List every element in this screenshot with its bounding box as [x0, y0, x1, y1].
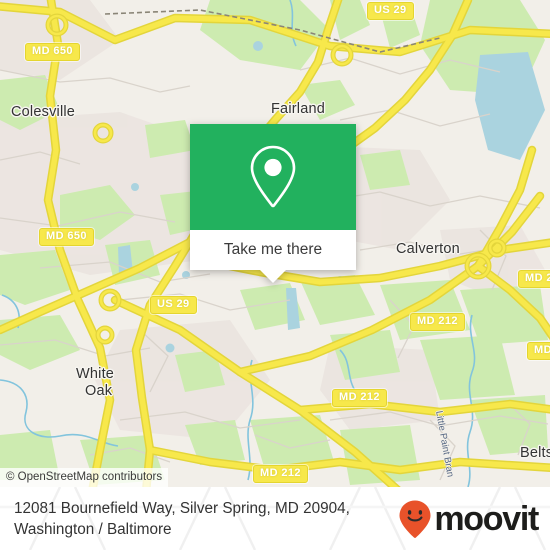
highway-shield-md212-lower: MD 212: [332, 389, 387, 407]
moovit-smiley-pin-icon: [399, 500, 431, 538]
osm-attribution[interactable]: © OpenStreetMap contributors: [0, 468, 169, 487]
address-text: 12081 Bournefield Way, Silver Spring, MD…: [14, 498, 350, 540]
highway-shield-md212-bottom: MD 212: [253, 465, 308, 483]
highway-shield-us29-mid: US 29: [150, 296, 197, 314]
highway-shield-md212-center: MD 212: [410, 313, 465, 331]
footer-bar: 12081 Bournefield Way, Silver Spring, MD…: [0, 487, 550, 550]
location-pin-icon: [250, 145, 296, 208]
moovit-wordmark: moovit: [434, 499, 539, 538]
highway-shield-us29-north: US 29: [367, 2, 414, 20]
address-line-1: 12081 Bournefield Way, Silver Spring, MD…: [14, 499, 350, 517]
highway-shield-md650-mid: MD 650: [39, 228, 94, 246]
highway-shield-md-right-lower: MD: [527, 342, 550, 360]
highway-shield-md650-north: MD 650: [25, 43, 80, 61]
highway-shield-md21-right: MD 21: [518, 270, 550, 288]
take-me-there-button[interactable]: Take me there: [190, 230, 356, 270]
popup-header: [190, 124, 356, 230]
moovit-map-screenshot: Colesville Fairland Calverton White Oak …: [0, 0, 550, 550]
moovit-brand-logo[interactable]: moovit: [398, 499, 539, 539]
address-line-2: Washington / Baltimore: [14, 520, 172, 538]
popup-pointer-tail: [260, 270, 286, 283]
location-popup-card[interactable]: Take me there: [190, 124, 356, 283]
